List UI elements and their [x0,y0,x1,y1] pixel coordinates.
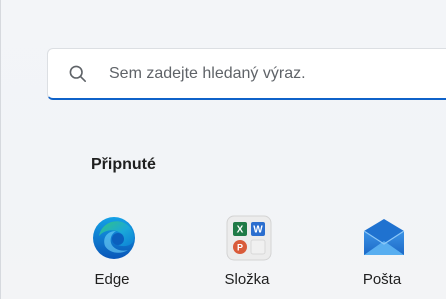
edge-icon [93,217,135,259]
pinned-app-edge[interactable]: Edge [67,210,157,296]
search-box[interactable] [47,48,446,100]
pinned-section-title: Připnuté [91,156,156,173]
mail-icon [363,219,405,255]
search-input[interactable] [109,61,439,87]
start-menu-panel: Připnuté Edge X [0,0,446,299]
office-folder-icon: X W P [226,215,272,261]
search-icon [69,65,87,83]
app-label: Pošta [362,271,402,288]
pinned-app-folder[interactable]: X W P Složka [202,210,292,296]
svg-text:X: X [237,225,244,236]
app-label: Edge [94,271,130,288]
svg-text:P: P [237,243,243,253]
pinned-app-mail[interactable]: Pošta [337,210,427,296]
svg-text:W: W [253,225,263,236]
app-label: Složka [224,271,270,288]
